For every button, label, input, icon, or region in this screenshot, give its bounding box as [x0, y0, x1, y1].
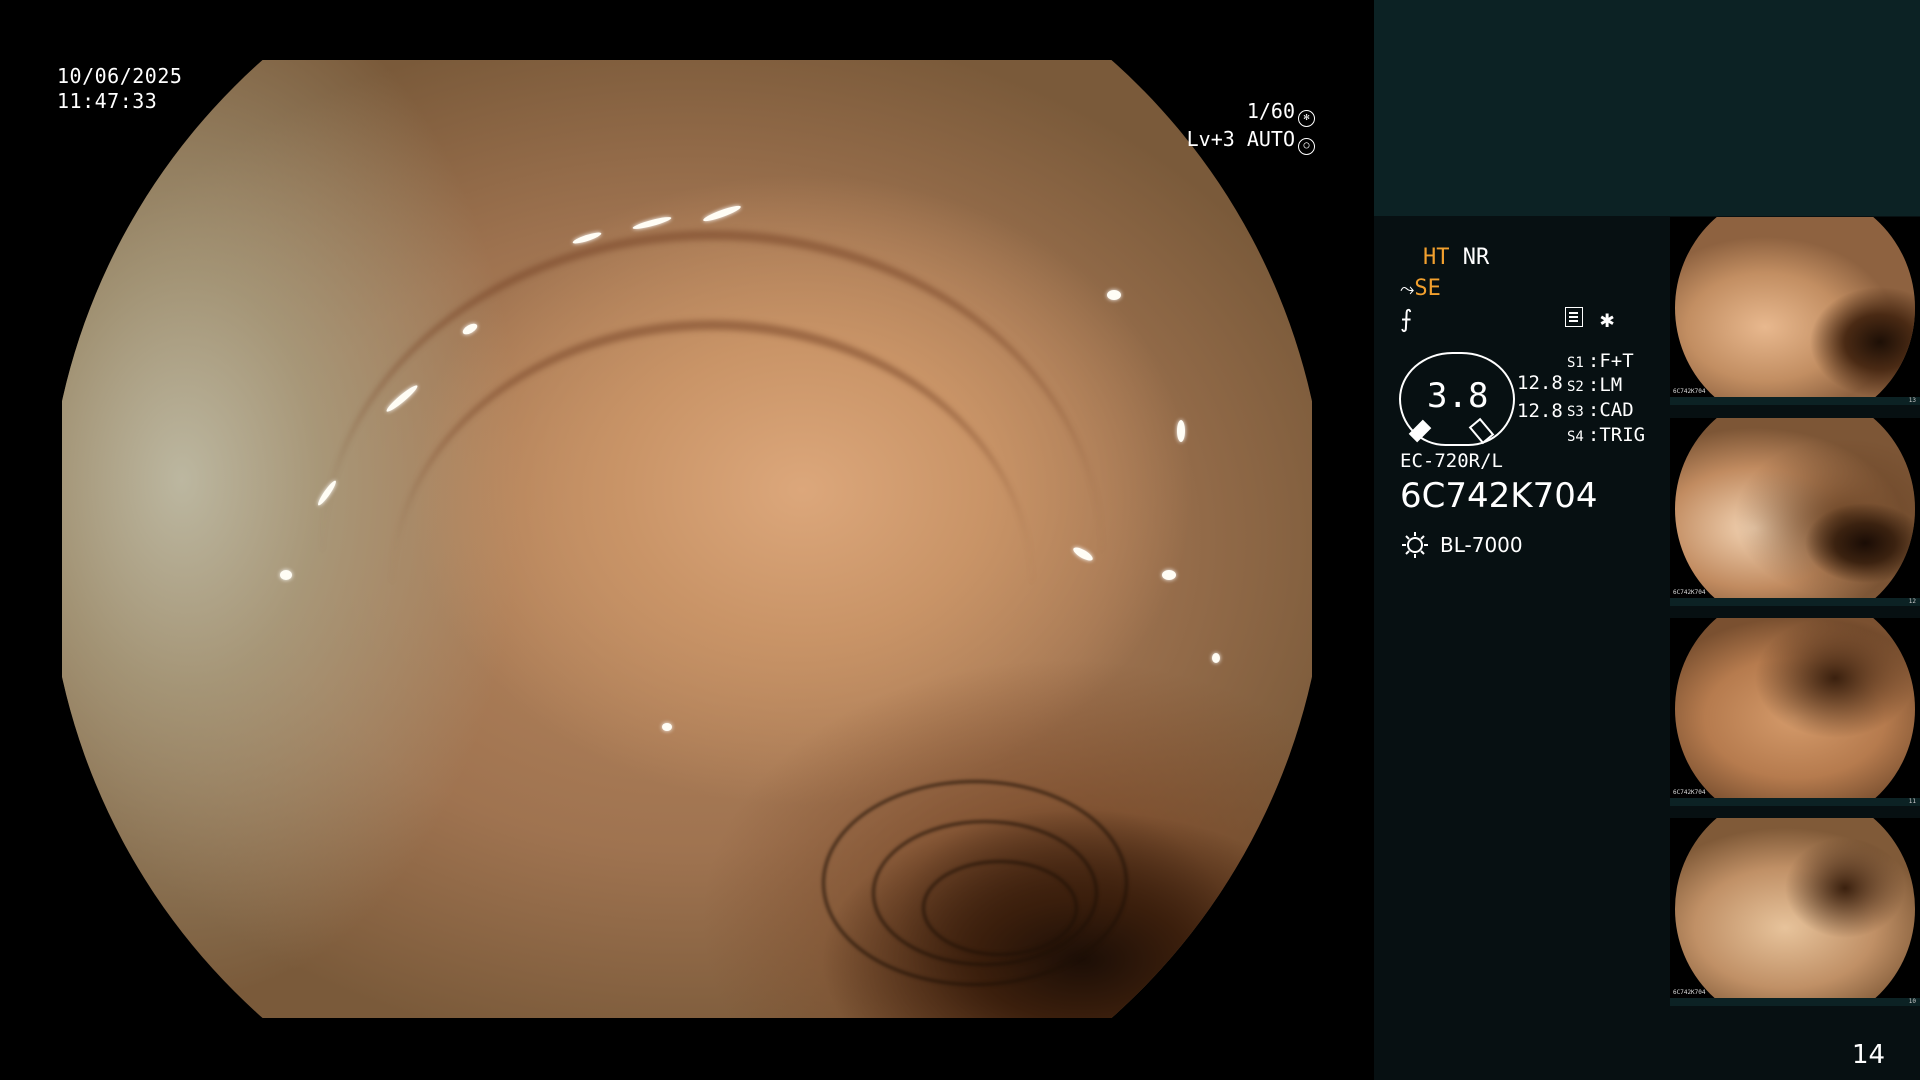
thumbnail-bar: [1670, 798, 1920, 806]
specular-highlight: [1107, 290, 1121, 300]
capture-thumbnail[interactable]: 6C742K704 10: [1670, 818, 1920, 1006]
image-counter: 14: [1852, 1040, 1886, 1070]
specular-highlight: [1162, 570, 1176, 580]
freeze-off-icon: ⨍: [1400, 305, 1413, 333]
thumbnail-frame: 12: [1908, 598, 1916, 605]
endoscope-view: [62, 60, 1312, 1018]
light-source-model: BL-7000: [1440, 533, 1523, 557]
switch-value: LM: [1599, 374, 1623, 396]
iris-icon: ○: [1298, 138, 1315, 155]
light-source-icon: [1402, 532, 1428, 558]
specular-highlight: [631, 214, 673, 232]
aperture-icon: ✻: [1298, 110, 1315, 127]
thumbnail-label: 6C742K704: [1673, 989, 1706, 996]
thumbnail-frame: 13: [1908, 397, 1916, 404]
switch-2: S2:LM: [1567, 374, 1623, 396]
shutter-speed: 1/60 ✻: [1247, 99, 1315, 127]
level-value: Lv+3 AUTO: [1186, 127, 1295, 151]
zoom-dial-value: 3.8: [1427, 376, 1489, 416]
capture-thumbnail[interactable]: 6C742K704 12: [1670, 418, 1920, 606]
thumbnail-frame: 11: [1908, 798, 1916, 805]
thumbnail-image: [1675, 217, 1915, 399]
specular-highlight: [280, 570, 292, 580]
thumbnail-image: [1675, 418, 1915, 600]
brightness-level: Lv+3 AUTO ○: [1187, 127, 1315, 155]
ht-indicator: HT: [1423, 245, 1450, 270]
thumbnail-bar: [1670, 397, 1920, 405]
exam-time: 11:47:33: [57, 89, 158, 113]
structure-enhancement: ⤳SE: [1400, 276, 1441, 301]
capture-thumbnail[interactable]: 6C742K704 13: [1670, 217, 1920, 405]
exposure-value-bottom: 12.8: [1517, 400, 1563, 422]
thumbnail-image: [1675, 818, 1915, 1000]
menu-icon: [1565, 307, 1583, 327]
switch-value: F+T: [1599, 350, 1634, 372]
scope-model: EC-720R/L: [1400, 450, 1503, 472]
thumbnail-label: 6C742K704: [1673, 789, 1706, 796]
shutter-value: 1/60: [1246, 99, 1295, 123]
nr-indicator: NR: [1462, 245, 1490, 270]
asterisk-icon: ✱: [1600, 305, 1615, 333]
scope-tip-icon: ⤳: [1400, 279, 1415, 300]
exposure-value-top: 12.8: [1517, 372, 1563, 394]
specular-highlight: [702, 203, 742, 224]
switch-key: S2: [1567, 379, 1584, 395]
se-indicator: SE: [1414, 276, 1441, 301]
specular-highlight: [1177, 420, 1185, 442]
lumen-fold: [922, 860, 1078, 956]
thumbnail-image: [1675, 618, 1915, 800]
switch-value: TRIG: [1599, 424, 1646, 446]
switch-1: S1:F+T: [1567, 350, 1634, 372]
enhancement-status: HT NR: [1423, 245, 1489, 270]
exam-date: 10/06/2025: [57, 64, 183, 88]
status-panel-top: [1374, 0, 1920, 216]
switch-key: S4: [1567, 429, 1584, 445]
scope-serial: 6C742K704: [1400, 476, 1598, 516]
thumbnail-label: 6C742K704: [1673, 589, 1706, 596]
thumbnail-bar: [1670, 998, 1920, 1006]
thumbnail-label: 6C742K704: [1673, 388, 1706, 395]
specular-highlight: [1212, 653, 1220, 663]
switch-3: S3:CAD: [1567, 399, 1634, 421]
capture-thumbnail[interactable]: 6C742K704 11: [1670, 618, 1920, 806]
switch-key: S3: [1567, 404, 1584, 420]
specular-highlight: [662, 723, 672, 731]
thumbnail-frame: 10: [1908, 998, 1916, 1005]
switch-4: S4:TRIG: [1567, 424, 1646, 446]
switch-value: CAD: [1599, 399, 1634, 421]
thumbnail-bar: [1670, 598, 1920, 606]
mucosal-fold: [392, 320, 1032, 850]
switch-key: S1: [1567, 355, 1584, 371]
